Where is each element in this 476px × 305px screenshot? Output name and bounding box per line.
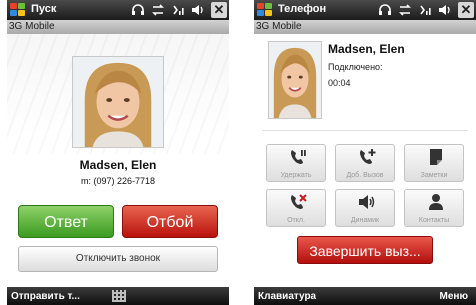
- contacts-icon: [429, 194, 443, 210]
- caller-name: Madsen, Elen: [79, 158, 157, 172]
- softkey-menu[interactable]: Меню: [440, 291, 468, 302]
- call-status: Подключено:: [328, 62, 383, 72]
- notes-icon: [430, 149, 442, 165]
- window-title[interactable]: Телефон: [278, 3, 326, 15]
- sync-arrows-icon: [399, 4, 411, 16]
- start-menu-icon[interactable]: [257, 3, 273, 17]
- mute-ringer-button[interactable]: Отключить звонок: [18, 246, 218, 272]
- speaker-label: Динамик: [350, 217, 380, 224]
- volume-icon: [192, 5, 203, 15]
- status-icons[interactable]: [131, 2, 205, 18]
- active-call-screen: Телефон ✕ 3G Mobile Madsen, Elen Подключ…: [254, 0, 476, 305]
- hold-button[interactable]: Удержать: [266, 144, 326, 182]
- hold-label: Удержать: [280, 172, 312, 179]
- end-call-button[interactable]: Завершить выз...: [297, 236, 433, 264]
- mute-label: Откл.: [287, 217, 305, 224]
- sync-arrows-icon: [152, 4, 164, 16]
- signal-icon: [173, 5, 184, 15]
- notes-label: Заметки: [420, 172, 448, 179]
- softkey-bar: Отправить т...: [7, 287, 229, 305]
- add-call-label: Доб. Вызов: [346, 172, 384, 179]
- incoming-call-screen: Пуск ✕ 3G Mobile Madsen, Elen m: (097) 2…: [7, 0, 229, 305]
- keyboard-icon[interactable]: [112, 290, 126, 302]
- close-icon[interactable]: ✕: [458, 2, 474, 18]
- mute-button[interactable]: Откл.: [266, 189, 326, 227]
- title-bar: Пуск ✕: [7, 0, 229, 20]
- caller-name: Madsen, Elen: [328, 42, 405, 56]
- caller-portrait-icon: [269, 42, 321, 118]
- softkey-send-text[interactable]: Отправить т...: [11, 291, 80, 302]
- carrier-name: 3G Mobile: [254, 20, 476, 34]
- notes-button[interactable]: Заметки: [404, 144, 464, 182]
- add-call-button[interactable]: Доб. Вызов: [335, 144, 395, 182]
- answer-button[interactable]: Ответ: [18, 205, 114, 238]
- speaker-button[interactable]: Динамик: [335, 189, 395, 227]
- add-call-icon: [360, 149, 376, 164]
- start-menu-icon[interactable]: [10, 3, 26, 17]
- volume-icon: [439, 5, 450, 15]
- speaker-icon: [359, 195, 375, 209]
- phone-hold-icon: [291, 150, 306, 164]
- mute-mic-icon: [291, 194, 307, 209]
- caller-portrait-icon: [73, 57, 163, 147]
- contacts-label: Контакты: [418, 217, 450, 224]
- softkey-bar: Клавиатура Меню: [254, 287, 476, 305]
- contacts-button[interactable]: Контакты: [404, 189, 464, 227]
- call-timer: 00:04: [328, 78, 351, 88]
- reject-button[interactable]: Отбой: [122, 205, 218, 238]
- softkey-keypad[interactable]: Клавиатура: [258, 291, 316, 302]
- signal-icon: [420, 5, 431, 15]
- window-title[interactable]: Пуск: [31, 3, 56, 15]
- caller-photo: [268, 41, 322, 119]
- close-icon[interactable]: ✕: [211, 2, 227, 18]
- headset-icon: [132, 4, 144, 15]
- divider: [262, 130, 468, 131]
- headset-icon: [379, 4, 391, 15]
- caller-number: m: (097) 226-7718: [80, 176, 156, 186]
- carrier-name: 3G Mobile: [7, 20, 229, 34]
- caller-photo: [72, 56, 164, 148]
- title-bar: Телефон ✕: [254, 0, 476, 20]
- status-icons[interactable]: [378, 2, 452, 18]
